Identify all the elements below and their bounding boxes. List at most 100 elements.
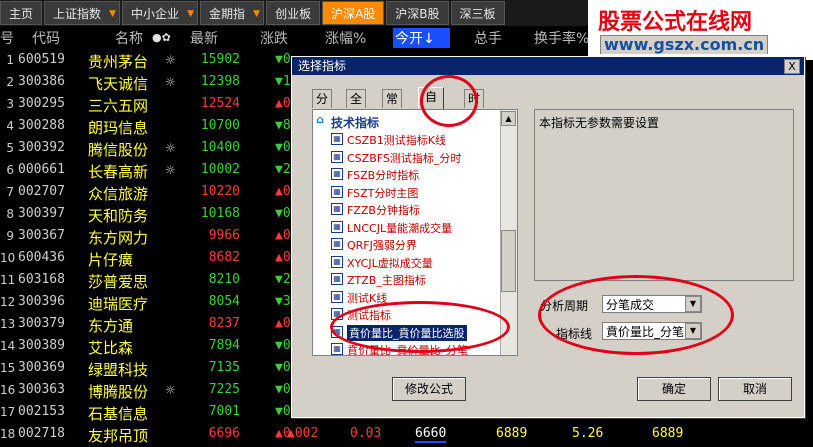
stock-price: 12524 [200, 96, 240, 111]
stock-change: ▼0 [275, 382, 291, 397]
stock-flag: ☼ [165, 141, 176, 155]
col-price[interactable]: 最新 [190, 28, 218, 48]
stock-flag: ☼ [165, 53, 176, 67]
stock-name: 三六五网 [88, 97, 149, 115]
stock-name: 贵州茅台 [88, 53, 149, 71]
row-number: 13 [0, 317, 16, 331]
scroll-thumb[interactable] [501, 230, 516, 292]
col-code[interactable]: 代码 [32, 28, 60, 48]
market-tab-3[interactable]: 金期指 [200, 1, 265, 26]
stock-code: 300288 [18, 118, 65, 133]
indicator-icon: ▦ [331, 343, 343, 355]
row-number: 3 [6, 97, 14, 111]
stock-price: 7135 [208, 360, 240, 375]
tab-group[interactable]: 分组 [312, 89, 333, 124]
stock-price: 15902 [200, 52, 240, 67]
stock-price: 7225 [208, 382, 240, 397]
stock-name: 绿盟科技 [88, 361, 149, 379]
stock-change: ▼0 [275, 360, 291, 375]
tree-item-label: CSZBFS测试指标_分时 [347, 151, 462, 165]
stock-name: 艾比森 [88, 339, 134, 357]
description-text: 本指标无参数需要设置 [539, 116, 660, 130]
col-total[interactable]: 总手 [474, 28, 502, 48]
stock-code: 300379 [18, 316, 65, 331]
stock-change: ▼3 [275, 294, 291, 309]
indicator-icon: ▦ [331, 290, 343, 303]
cancel-button[interactable]: 取消 [718, 377, 792, 401]
col-open-sorted[interactable]: 今开↓ [393, 28, 450, 48]
market-tab-1[interactable]: 上证指数 [44, 1, 121, 26]
edit-formula-button[interactable]: 修改公式 [392, 377, 466, 401]
row-number: 9 [6, 229, 14, 243]
market-tab-4[interactable]: 创业板 [266, 1, 321, 25]
description-panel: 本指标无参数需要设置 [534, 109, 794, 281]
row-number: 6 [6, 163, 14, 177]
stock-name: 腾信股份 [88, 141, 149, 159]
home-icon: ⌂ [315, 113, 325, 126]
row-number: 1 [6, 53, 14, 67]
tree-item-label: FSZB分时指标 [347, 169, 420, 182]
stock-price: 7001 [208, 404, 240, 419]
stock-code: 600436 [18, 250, 65, 265]
market-tab-0[interactable]: 主页 [0, 1, 43, 25]
bottom-chg: ▲002 [287, 426, 319, 441]
stock-code: 300396 [18, 294, 65, 309]
stock-price: 7894 [208, 338, 240, 353]
indicator-icon: ▦ [331, 220, 343, 233]
close-icon[interactable]: X [784, 59, 800, 74]
market-tab-5[interactable]: 沪深A股 [322, 1, 385, 25]
indicator-icon: ▦ [331, 238, 343, 250]
col-change[interactable]: 涨跌 [260, 28, 288, 48]
stock-name: 迪瑞医疗 [88, 295, 149, 313]
row-number: 5 [6, 141, 14, 155]
row-number: 14 [0, 339, 16, 353]
market-tab-6[interactable]: 沪深B股 [386, 1, 449, 25]
indicator-icon: ▦ [331, 203, 343, 215]
stock-code: 000661 [18, 162, 65, 177]
bottom-pct: 0.03 [350, 426, 382, 441]
stock-name: 东方网力 [88, 229, 149, 247]
tab-common[interactable]: 常用 [382, 89, 403, 124]
stock-price: 10168 [200, 206, 240, 221]
col-no[interactable]: 号 [0, 28, 14, 48]
row-number: 17 [0, 405, 16, 419]
col-pct[interactable]: 涨幅% [325, 28, 366, 48]
stock-name: 博腾股份 [88, 383, 149, 401]
tree-root-label: 技术指标 [331, 116, 380, 130]
select-indicator-dialog: 选择指标 X 分组 全部 常用 自编 时间 ⌂ 技术指标 ▦CSZB1测试指标K… [291, 56, 805, 418]
stock-code: 002707 [18, 184, 65, 199]
row-number: 15 [0, 361, 16, 375]
scroll-up-icon[interactable]: ▲ [501, 111, 516, 126]
stock-code: 002153 [18, 404, 65, 419]
col-turnover[interactable]: 换手率% [534, 28, 589, 48]
stock-code: 300397 [18, 206, 65, 221]
market-tab-2[interactable]: 中小企业 [122, 1, 199, 26]
tab-all[interactable]: 全部 [346, 89, 367, 124]
stock-code: 300386 [18, 74, 65, 89]
stock-name: 石基信息 [88, 405, 149, 423]
row-number: 12 [0, 295, 16, 309]
stock-name: 朗玛信息 [88, 119, 149, 137]
market-tab-7[interactable]: 深三板 [450, 1, 505, 25]
stock-flag: ☼ [165, 163, 176, 177]
stock-change: ▲0 [275, 250, 291, 265]
tree-item-label: QRFJ强弱分界 [347, 239, 417, 252]
indicator-icon: ▦ [331, 255, 343, 268]
tree-item-label: FSZT分时主图 [347, 186, 419, 200]
tree-item-label: LNCCJL量能潮成交量 [347, 221, 453, 235]
stock-change: ▲0 [275, 96, 291, 111]
indicator-icon: ▦ [331, 133, 343, 145]
stock-price: 8054 [208, 294, 240, 309]
ok-button[interactable]: 确定 [637, 377, 711, 401]
dialog-title-bar[interactable]: 选择指标 X [292, 57, 804, 75]
stock-change: ▼2 [275, 162, 291, 177]
row-number: 10 [0, 251, 16, 265]
stock-name: 莎普爱思 [88, 273, 149, 291]
bottom-total: 6889 [496, 426, 528, 441]
stock-price: 9966 [208, 228, 240, 243]
stock-price: 12398 [200, 74, 240, 89]
stock-name: 东方通 [88, 317, 134, 335]
col-name[interactable]: 名称 [115, 28, 143, 48]
stock-code: 300392 [18, 140, 65, 155]
stock-code: 300367 [18, 228, 65, 243]
